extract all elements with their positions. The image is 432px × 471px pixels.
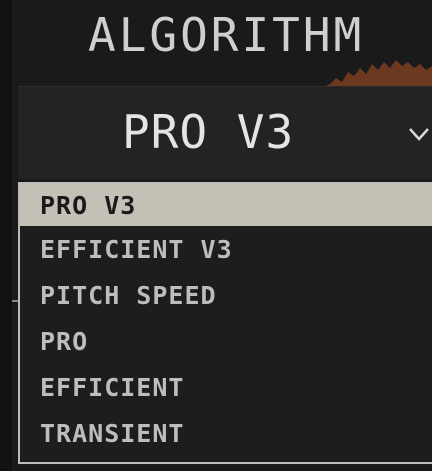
option-pro-v3[interactable]: PRO V3 (20, 184, 432, 226)
algorithm-title: ALGORITHM (88, 8, 365, 62)
waveform-display (322, 60, 432, 88)
algorithm-panel: ALGORITHM PRO V3 PRO V3 EFFICIENT V3 PIT… (0, 0, 432, 471)
selected-algorithm-value: PRO V3 (122, 105, 295, 159)
option-efficient-v3[interactable]: EFFICIENT V3 (20, 226, 432, 272)
chevron-down-icon[interactable] (408, 125, 430, 143)
panel-edge (0, 0, 12, 471)
option-pitch-speed[interactable]: PITCH SPEED (20, 272, 432, 318)
algorithm-select[interactable]: PRO V3 (18, 86, 432, 179)
option-pro[interactable]: PRO (20, 318, 432, 364)
algorithm-dropdown-list: PRO V3 EFFICIENT V3 PITCH SPEED PRO EFFI… (18, 182, 432, 464)
option-transient[interactable]: TRANSIENT (20, 410, 432, 456)
option-efficient[interactable]: EFFICIENT (20, 364, 432, 410)
